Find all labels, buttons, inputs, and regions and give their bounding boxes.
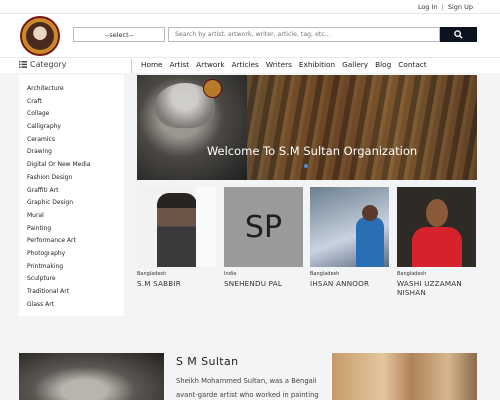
artist-card[interactable]: SP India SNEHENDU PAL	[224, 187, 303, 288]
hero-painting	[247, 75, 477, 180]
artist-grid: Bangladesh S.M SABBIR SP India SNEHENDU …	[137, 187, 477, 297]
about-text: Sheikh Mohammed Sultan, was a Bengali av…	[176, 377, 319, 399]
nav-gallery[interactable]: Gallery	[342, 60, 368, 69]
category-item-drawing[interactable]: Drawing	[19, 146, 124, 159]
search-input[interactable]	[168, 27, 440, 42]
auth-separator: |	[441, 3, 444, 11]
artist-figure	[412, 227, 462, 267]
category-item-digital-media[interactable]: Digital Or New Media	[19, 159, 124, 172]
artist-card[interactable]: Bangladesh IHSAN ANNOOR	[310, 187, 389, 288]
category-item-architecture[interactable]: Architecture	[19, 83, 124, 96]
category-sidebar: Architecture Craft Collage Calligraphy C…	[19, 75, 124, 316]
artist-country: Bangladesh	[310, 271, 340, 277]
artist-initials: SP	[244, 209, 283, 245]
artist-country: Bangladesh	[137, 271, 167, 277]
artist-card[interactable]: Bangladesh S.M SABBIR	[137, 187, 216, 288]
hero-title: Welcome To S.M Sultan Organization	[206, 144, 418, 158]
site-logo[interactable]	[20, 16, 60, 56]
artist-name[interactable]: WASHI UZZAMAN NISHAN	[397, 279, 476, 297]
search-icon	[454, 30, 463, 39]
search-button[interactable]	[440, 27, 477, 42]
nav-artist[interactable]: Artist	[170, 60, 190, 69]
hero-emblem	[203, 79, 222, 98]
category-item-sculpture[interactable]: Sculpture	[19, 273, 124, 286]
category-item-glass-art[interactable]: Glass Art	[19, 299, 124, 312]
artist-name[interactable]: SNEHENDU PAL	[224, 279, 303, 288]
nav-blog[interactable]: Blog	[375, 60, 391, 69]
nav-divider	[131, 59, 132, 73]
category-item-mural[interactable]: Mural	[19, 210, 124, 223]
category-item-performance-art[interactable]: Performance Art	[19, 235, 124, 248]
category-item-photography[interactable]: Photography	[19, 248, 124, 261]
category-item-calligraphy[interactable]: Calligraphy	[19, 121, 124, 134]
category-item-painting[interactable]: Painting	[19, 223, 124, 236]
select-value: --select--	[104, 30, 134, 39]
category-item-ceramics[interactable]: Ceramics	[19, 134, 124, 147]
artist-country: India	[224, 271, 237, 277]
artist-head	[426, 199, 448, 227]
artist-photo	[310, 187, 389, 267]
category-item-graffiti-art[interactable]: Graffiti Art	[19, 185, 124, 198]
category-item-fashion-design[interactable]: Fashion Design	[19, 172, 124, 185]
category-item-printmaking[interactable]: Printmaking	[19, 261, 124, 274]
artist-name[interactable]: IHSAN ANNOOR	[310, 279, 389, 288]
auth-links: Log In | Sign Up	[418, 3, 473, 11]
artist-country: Bangladesh	[397, 271, 427, 277]
category-item-graphic-design[interactable]: Graphic Design	[19, 197, 124, 210]
logo-portrait	[26, 22, 54, 50]
artist-figure	[356, 217, 384, 267]
artist-figure	[157, 193, 197, 267]
nav-home[interactable]: Home	[141, 60, 163, 69]
artist-photo: SP	[224, 187, 303, 267]
slider-dot[interactable]	[304, 164, 308, 168]
category-item-craft[interactable]: Craft	[19, 96, 124, 109]
signup-link[interactable]: Sign Up	[448, 3, 473, 11]
nav-exhibition[interactable]: Exhibition	[299, 60, 335, 69]
hero-banner[interactable]: Welcome To S.M Sultan Organization	[137, 75, 477, 180]
category-item-traditional-art[interactable]: Traditional Art	[19, 286, 124, 299]
top-bar: Log In | Sign Up	[0, 0, 500, 13]
search-type-select[interactable]: --select--	[73, 27, 165, 42]
about-title: S M Sultan	[176, 355, 239, 368]
featured-artwork[interactable]	[332, 353, 477, 400]
nav-articles[interactable]: Articles	[232, 60, 259, 69]
nav-contact[interactable]: Contact	[398, 60, 426, 69]
artist-photo	[137, 187, 216, 267]
artist-name[interactable]: S.M SABBIR	[137, 279, 216, 288]
nav-artwork[interactable]: Artwork	[196, 60, 225, 69]
category-label: Category	[30, 60, 67, 69]
artist-card[interactable]: Bangladesh WASHI UZZAMAN NISHAN	[397, 187, 476, 297]
category-item-collage[interactable]: Collage	[19, 108, 124, 121]
login-link[interactable]: Log In	[418, 3, 438, 11]
list-icon	[19, 61, 27, 68]
main-nav: Home Artist Artwork Articles Writers Exh…	[141, 60, 427, 69]
photo-frame	[196, 187, 216, 267]
artist-head	[362, 205, 378, 221]
nav-writers[interactable]: Writers	[266, 60, 292, 69]
artist-photo	[397, 187, 476, 267]
about-portrait	[19, 353, 164, 400]
category-heading[interactable]: Category	[19, 60, 67, 69]
